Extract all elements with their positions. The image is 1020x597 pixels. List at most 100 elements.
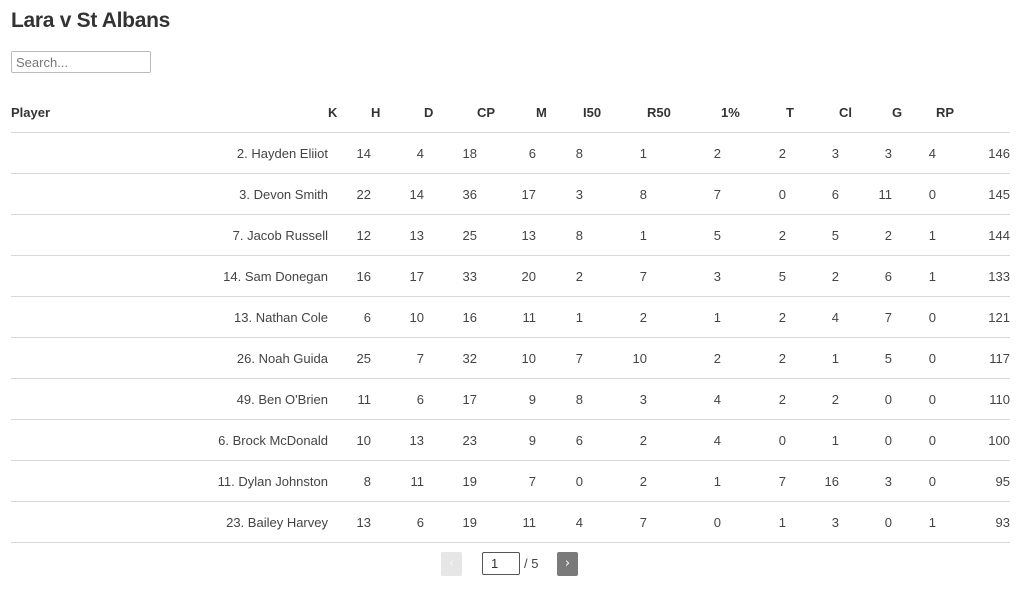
player-cell: 3. Devon Smith	[11, 173, 328, 215]
table-row: 26. Noah Guida 25 7 32 10 7 10 2 2 1 5 0 117	[11, 337, 1010, 379]
stat-cell-k: 14	[328, 132, 371, 174]
stat-cell-rp: 95	[936, 460, 1010, 502]
stat-cell-r50: 0	[647, 501, 721, 543]
stat-cell-t: 3	[786, 132, 839, 174]
stat-cell-t: 1	[786, 337, 839, 379]
stat-cell-t: 6	[786, 173, 839, 215]
stat-cell-t: 1	[786, 419, 839, 461]
stat-cell-rp: 146	[936, 132, 1010, 174]
stat-cell-i50: 1	[583, 214, 647, 256]
next-page-button[interactable]: ›	[557, 552, 578, 576]
stat-cell-g: 0	[892, 378, 936, 420]
pagination: ‹ / 5 ›	[0, 551, 1020, 577]
column-header-r50[interactable]: R50	[647, 92, 721, 133]
stat-cell-rp: 110	[936, 378, 1010, 420]
stat-cell-i50: 1	[583, 132, 647, 174]
stat-cell-g: 0	[892, 296, 936, 338]
table-row: 3. Devon Smith 22 14 36 17 3 8 7 0 6 11 0 145	[11, 173, 1010, 215]
player-number: 2.	[236, 145, 248, 161]
stat-cell-i50: 7	[583, 255, 647, 297]
stat-cell-d: 25	[424, 214, 477, 256]
stat-cell-r50: 1	[647, 296, 721, 338]
column-header-cl[interactable]: Cl	[839, 92, 892, 133]
player-stats-table: Player K H D CP M I50 R50 1% T Cl G RP 2. Hayden Eli…	[11, 92, 1010, 543]
player-name: Hayden Eliiot	[251, 145, 328, 161]
stat-cell-rp: 117	[936, 337, 1010, 379]
stat-cell-r50: 7	[647, 173, 721, 215]
previous-page-button[interactable]: ‹	[441, 552, 462, 576]
column-header-g[interactable]: G	[892, 92, 936, 133]
player-name: Jacob Russell	[247, 227, 328, 243]
table-row: 14. Sam Donegan 16 17 33 20 2 7 3 5 2 6 1 133	[11, 255, 1010, 297]
stat-cell-cl: 0	[839, 501, 892, 543]
column-header-m[interactable]: M	[536, 92, 583, 133]
stat-cell-cp: 11	[477, 501, 536, 543]
player-name: Dylan Johnston	[238, 473, 328, 489]
column-header-player[interactable]: Player	[11, 92, 328, 133]
table-row: 6. Brock McDonald 10 13 23 9 6 2 4 0 1 0 0 100	[11, 419, 1010, 461]
stat-cell-cp: 7	[477, 460, 536, 502]
stat-cell-r50: 1	[647, 460, 721, 502]
stat-cell-rp: 144	[936, 214, 1010, 256]
stat-cell-t: 16	[786, 460, 839, 502]
column-header-d[interactable]: D	[424, 92, 477, 133]
player-number: 7.	[232, 227, 244, 243]
stat-cell-i50: 2	[583, 460, 647, 502]
stat-cell-h: 14	[371, 173, 424, 215]
column-header-one-pct[interactable]: 1%	[721, 92, 786, 133]
stat-cell-k: 13	[328, 501, 371, 543]
stat-cell-m: 8	[536, 132, 583, 174]
stat-cell-d: 33	[424, 255, 477, 297]
player-name: Bailey Harvey	[247, 514, 328, 530]
stat-cell-cl: 7	[839, 296, 892, 338]
column-header-t[interactable]: T	[786, 92, 839, 133]
stat-cell-one-pct: 2	[721, 296, 786, 338]
player-cell: 14. Sam Donegan	[11, 255, 328, 297]
stat-cell-h: 4	[371, 132, 424, 174]
stat-cell-cl: 6	[839, 255, 892, 297]
stat-cell-g: 0	[892, 419, 936, 461]
stat-cell-m: 8	[536, 214, 583, 256]
stat-cell-rp: 145	[936, 173, 1010, 215]
stat-cell-cl: 11	[839, 173, 892, 215]
stat-cell-m: 8	[536, 378, 583, 420]
player-number: 13.	[234, 309, 253, 325]
player-name: Sam Donegan	[244, 268, 328, 284]
stat-cell-m: 7	[536, 337, 583, 379]
player-cell: 11. Dylan Johnston	[11, 460, 328, 502]
page-number-input[interactable]	[482, 552, 520, 575]
stat-cell-t: 5	[786, 214, 839, 256]
table-row: 7. Jacob Russell 12 13 25 13 8 1 5 2 5 2 1 144	[11, 214, 1010, 256]
stat-cell-m: 3	[536, 173, 583, 215]
stat-cell-one-pct: 1	[721, 501, 786, 543]
stat-cell-h: 7	[371, 337, 424, 379]
player-name: Devon Smith	[253, 186, 328, 202]
stat-cell-rp: 121	[936, 296, 1010, 338]
player-number: 6.	[218, 432, 229, 448]
stat-cell-r50: 3	[647, 255, 721, 297]
page-title: Lara v St Albans	[11, 9, 170, 32]
stat-cell-cp: 20	[477, 255, 536, 297]
stat-cell-i50: 10	[583, 337, 647, 379]
player-number: 49.	[236, 391, 255, 407]
player-number: 14.	[223, 268, 242, 284]
stat-cell-cl: 2	[839, 214, 892, 256]
column-header-k[interactable]: K	[328, 92, 371, 133]
stat-cell-k: 16	[328, 255, 371, 297]
header-row: Player K H D CP M I50 R50 1% T Cl G RP	[11, 92, 1010, 133]
stat-cell-r50: 2	[647, 132, 721, 174]
column-header-cp[interactable]: CP	[477, 92, 536, 133]
stat-cell-k: 6	[328, 296, 371, 338]
column-header-h[interactable]: H	[371, 92, 424, 133]
column-header-rp[interactable]: RP	[936, 92, 1010, 133]
stat-cell-cp: 17	[477, 173, 536, 215]
column-header-i50[interactable]: I50	[583, 92, 647, 133]
stat-cell-r50: 5	[647, 214, 721, 256]
stat-cell-cp: 10	[477, 337, 536, 379]
stat-cell-d: 23	[424, 419, 477, 461]
stat-cell-one-pct: 0	[721, 173, 786, 215]
stat-cell-g: 1	[892, 214, 936, 256]
search-input[interactable]	[11, 51, 151, 73]
stat-cell-m: 0	[536, 460, 583, 502]
stat-cell-one-pct: 2	[721, 132, 786, 174]
